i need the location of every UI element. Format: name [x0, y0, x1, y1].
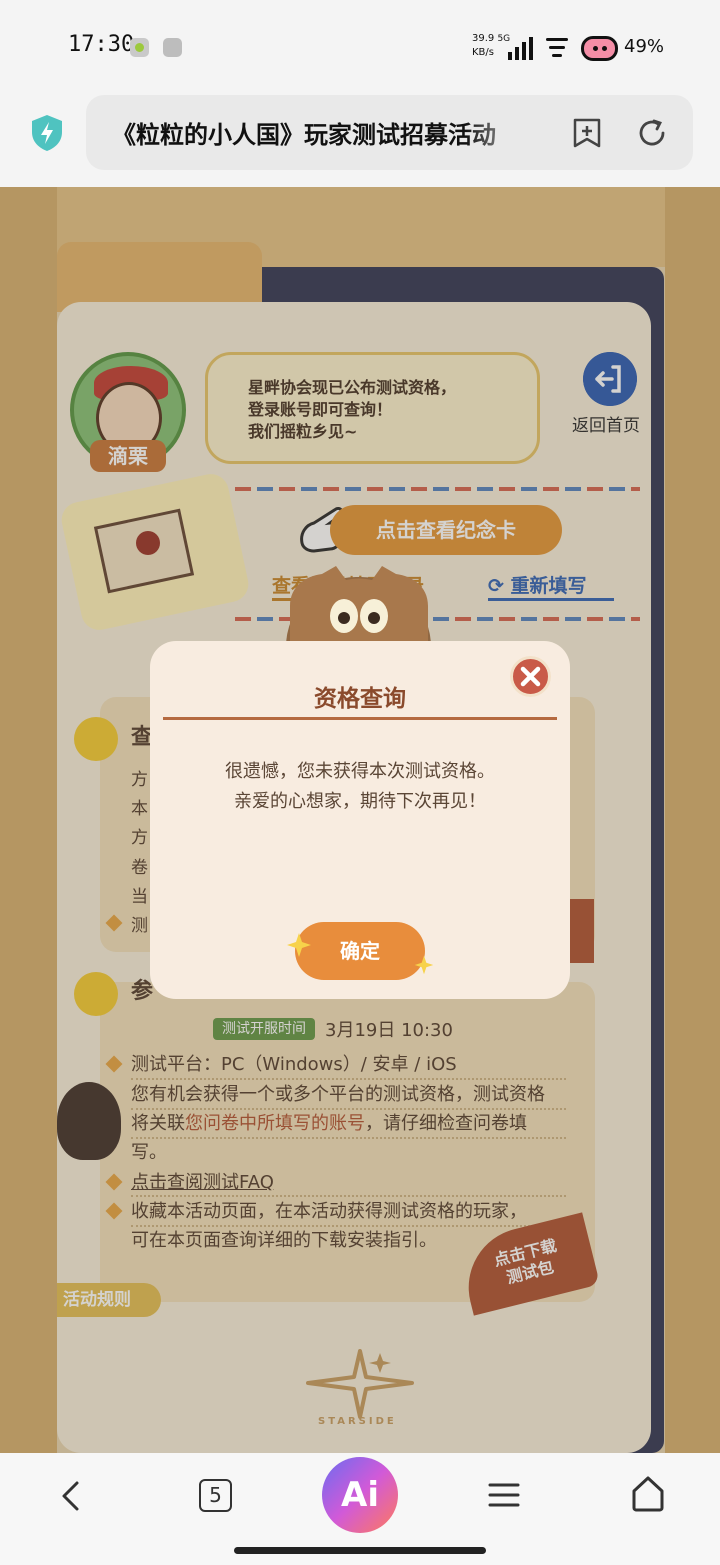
net-speed-value: 39.9 — [472, 33, 495, 44]
bookmark-add-icon[interactable] — [572, 117, 602, 149]
status-bar: 17:30 39.9 5G KB/s 49% — [0, 0, 720, 92]
confirm-button[interactable]: 确定 — [295, 922, 425, 980]
home-indicator[interactable] — [234, 1547, 486, 1554]
home-icon[interactable] — [630, 1475, 666, 1513]
ai-assistant-button[interactable]: Ai — [322, 1457, 398, 1533]
sparkle-icon — [414, 955, 434, 975]
browser-bottom-nav: 5 Ai — [0, 1453, 720, 1565]
dialog-title: 资格查询 — [314, 686, 406, 712]
status-time: 17:30 — [68, 32, 135, 57]
refresh-icon[interactable] — [636, 117, 668, 149]
sparkle-icon — [287, 933, 311, 957]
dialog-message-line: 很遗憾，您未获得本次测试资格。 — [225, 761, 495, 782]
dialog-message-line: 亲爱的心想家，期待下次再见！ — [234, 791, 486, 812]
tabs-button[interactable]: 5 — [199, 1479, 232, 1512]
network-speed: 39.9 5G KB/s — [472, 32, 510, 59]
cat-mascot-icon — [290, 566, 428, 644]
address-bar[interactable]: 《粒粒的小人国》玩家测试招募活动 — [86, 95, 693, 170]
close-icon[interactable] — [510, 656, 551, 697]
dialog-divider — [163, 717, 557, 720]
battery-percent: 49% — [624, 36, 665, 57]
shield-icon[interactable] — [30, 114, 64, 152]
menu-icon[interactable] — [488, 1481, 520, 1509]
wifi-icon — [546, 38, 568, 58]
notification-icon — [163, 38, 182, 57]
back-icon[interactable] — [56, 1479, 86, 1513]
app-notification-icon — [130, 38, 149, 57]
signal-icon — [508, 36, 534, 60]
battery-icon — [581, 36, 618, 61]
dialog-message: 很遗憾，您未获得本次测试资格。 亲爱的心想家，期待下次再见！ — [150, 757, 570, 817]
browser-toolbar: 《粒粒的小人国》玩家测试招募活动 — [0, 92, 720, 187]
net-speed-unit: KB/s — [472, 47, 494, 58]
